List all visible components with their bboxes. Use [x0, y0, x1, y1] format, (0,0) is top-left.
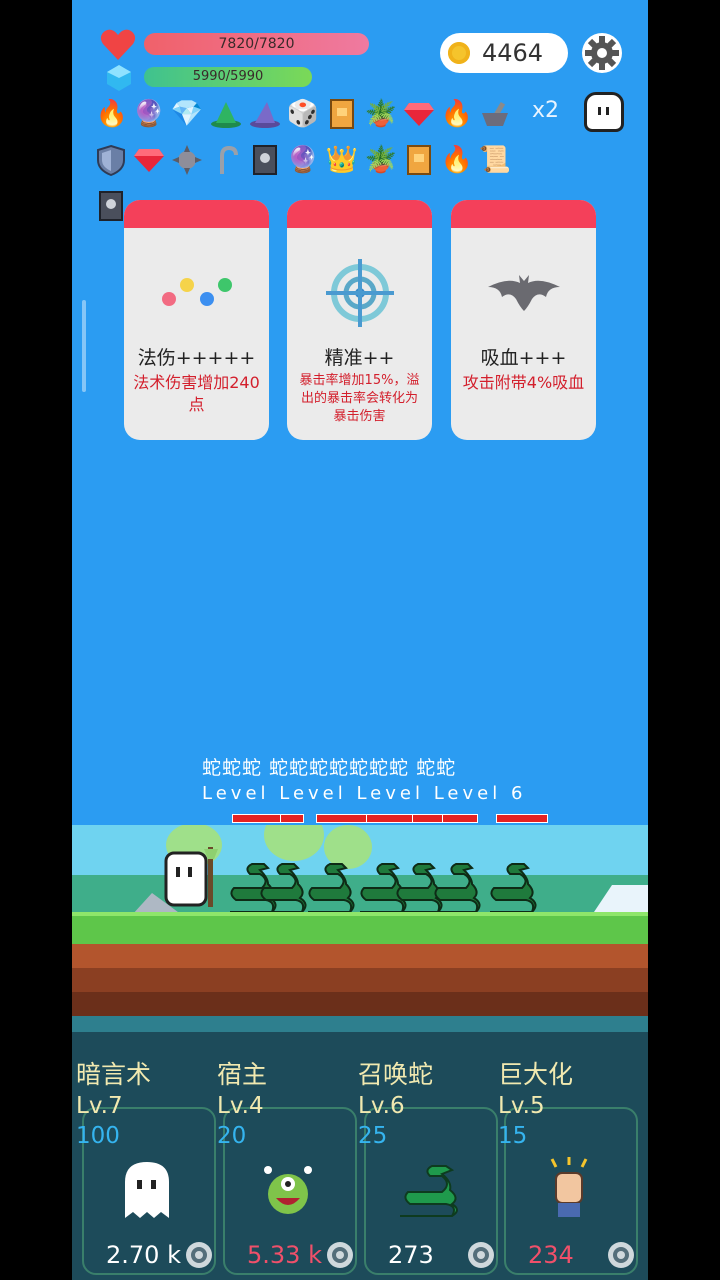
card-header [124, 200, 269, 228]
shield-icon[interactable] [94, 143, 128, 177]
card-title: 法伤+++++ [137, 347, 256, 369]
spiked-ball-icon[interactable] [170, 143, 204, 177]
enemy-snakes [230, 863, 537, 913]
skill-dps: 273 [388, 1241, 434, 1269]
card-description: 法术伤害增加240点 [133, 373, 260, 414]
enemy-hp-bar [412, 814, 444, 823]
skill-level: Lv.5 [498, 1093, 545, 1119]
coin-counter: 4464 [440, 33, 568, 73]
dice-icon[interactable]: 🎲 [286, 97, 320, 131]
orbs-icon [124, 258, 269, 328]
enemy-hp-bar [232, 814, 282, 823]
enemy-hp-bar [366, 814, 414, 823]
skill-level: Lv.7 [76, 1093, 123, 1119]
enemy-hp-bar [442, 814, 478, 823]
upgrade-card-precision[interactable]: 精准++ 暴击率增加15%，溢出的暴击率会转化为暴击伤害 [287, 200, 432, 440]
skill-dps: 2.70 k [106, 1241, 181, 1269]
ground-grass [72, 912, 648, 948]
upgrade-gear-icon[interactable] [184, 1240, 214, 1270]
upgrade-gear-icon[interactable] [466, 1240, 496, 1270]
coin-icon [448, 42, 470, 64]
skill-name: 召唤蛇 [358, 1060, 434, 1089]
multiplier-label: x2 [532, 98, 560, 123]
skill-cost: 25 [358, 1123, 388, 1149]
enemy-hp-bar [496, 814, 548, 823]
skill-gigantify[interactable]: 巨大化 Lv.5 15 234 [494, 1055, 638, 1275]
plant-icon[interactable]: 🪴 [364, 143, 398, 177]
ruby-icon[interactable] [402, 97, 436, 131]
skill-cost: 15 [498, 1123, 528, 1149]
skill-dps: 5.33 k [247, 1241, 322, 1269]
mortar-icon[interactable] [478, 97, 512, 131]
snake-icon [394, 1155, 464, 1225]
gold-book-icon[interactable] [325, 97, 359, 131]
torch-icon[interactable]: 🔥 [440, 97, 474, 131]
torch-icon[interactable]: 🔥 [95, 97, 129, 131]
diamond-icon[interactable]: 💎 [170, 97, 204, 131]
skill-dps: 234 [528, 1241, 574, 1269]
skill-host[interactable]: 宿主 Lv.4 20 5.33 k [213, 1055, 357, 1275]
skull-book-icon[interactable] [94, 189, 128, 223]
skill-name: 宿主 [217, 1060, 268, 1089]
bat-icon [451, 258, 596, 328]
heart-icon [100, 29, 136, 60]
enemy-hp-bar [280, 814, 304, 823]
upgrade-gear-icon[interactable] [606, 1240, 636, 1270]
fist-icon [534, 1155, 604, 1225]
crosshair-icon [287, 258, 432, 328]
card-title: 精准++ [324, 347, 395, 369]
torch-icon[interactable]: 🔥 [440, 143, 474, 177]
ground-dirt [72, 944, 648, 1016]
card-description: 暴击率增加15%，溢出的暴击率会转化为暴击伤害 [299, 373, 420, 424]
skill-level: Lv.4 [217, 1093, 264, 1119]
card-title: 吸血+++ [480, 347, 567, 369]
gold-book-icon[interactable] [402, 143, 436, 177]
skill-name: 暗言术 [76, 1060, 152, 1089]
mp-bar: 5990/5990 [144, 67, 312, 87]
enemy-levels: Level Level Level Level 6 [202, 783, 527, 804]
skill-cost: 100 [76, 1123, 120, 1149]
scroll-indicator [82, 300, 86, 392]
card-header [451, 200, 596, 228]
mana-crystal-icon [107, 65, 131, 91]
upgrade-card-magic-damage[interactable]: 法伤+++++ 法术伤害增加240点 [124, 200, 269, 440]
scroll-icon[interactable]: 📜 [478, 143, 512, 177]
skull-book-icon[interactable] [248, 143, 282, 177]
plant-icon[interactable]: 🪴 [364, 97, 398, 131]
upgrade-gear-icon[interactable] [325, 1240, 355, 1270]
enemy-names: 蛇蛇蛇 蛇蛇蛇蛇蛇蛇蛇 蛇蛇 [202, 757, 457, 779]
enemy-hp-bar [316, 814, 368, 823]
skill-name: 巨大化 [498, 1060, 574, 1089]
settings-gear-icon[interactable] [582, 33, 622, 73]
wizard-hat-icon[interactable] [248, 97, 282, 131]
player-character [164, 847, 218, 907]
crystal-ball-icon[interactable]: 🔮 [132, 97, 166, 131]
hook-icon[interactable] [209, 143, 243, 177]
skill-level: Lv.6 [358, 1093, 405, 1119]
ruby-icon[interactable] [132, 143, 166, 177]
upgrade-card-lifesteal[interactable]: 吸血+++ 攻击附带4%吸血 [451, 200, 596, 440]
hp-bar: 7820/7820 [144, 33, 369, 55]
card-header [287, 200, 432, 228]
game-screen: 7820/7820 5990/5990 4464 🔥 🔮 💎 🎲 🪴 🔥 x2 … [72, 0, 648, 1280]
ghost-menu-button[interactable] [584, 92, 624, 132]
coin-value: 4464 [482, 39, 544, 67]
crown-icon[interactable]: 👑 [325, 143, 359, 177]
skill-shadow-word[interactable]: 暗言术 Lv.7 100 2.70 k [72, 1055, 216, 1275]
card-description: 攻击附带4%吸血 [462, 373, 585, 392]
water-surface [72, 1016, 648, 1032]
crystal-ball-icon[interactable]: 🔮 [286, 143, 320, 177]
skill-cost: 20 [217, 1123, 247, 1149]
monster-icon [253, 1155, 323, 1225]
ghost-icon [112, 1155, 182, 1225]
green-hat-icon[interactable] [209, 97, 243, 131]
skill-summon-snake[interactable]: 召唤蛇 Lv.6 25 273 [354, 1055, 498, 1275]
